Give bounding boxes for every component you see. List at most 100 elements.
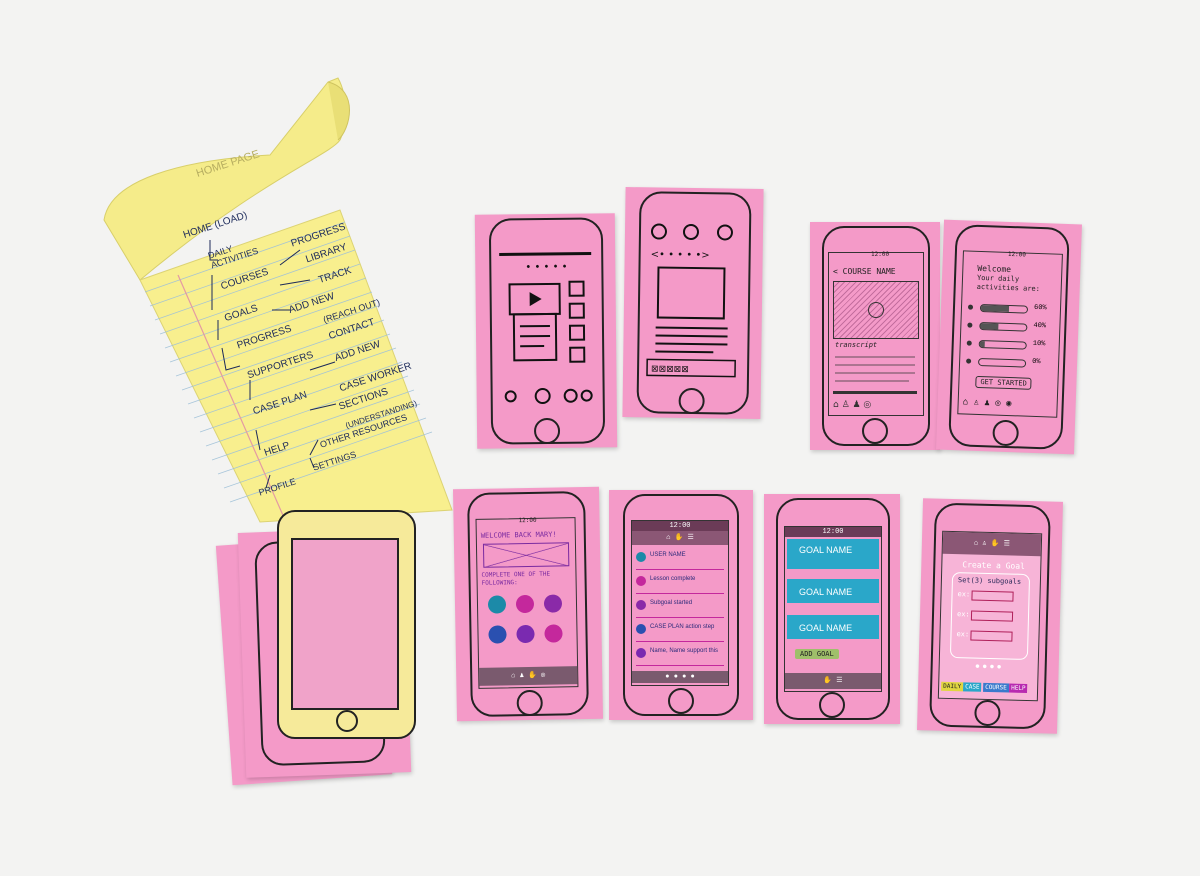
progress-percent: 40% — [1033, 321, 1047, 331]
tab-course[interactable]: COURSE — [983, 682, 1009, 693]
activity-icon[interactable] — [487, 595, 507, 614]
bullet-icon — [967, 322, 973, 328]
yellow-notepad: HOME PAGE HOME (LOAD) DAILY ACTIVITIES P… — [100, 70, 460, 530]
goal-row[interactable]: GOAL NAME — [787, 615, 879, 639]
home-button-icon — [862, 418, 888, 444]
progress-fill — [979, 340, 985, 348]
feed-avatar-icon — [636, 576, 646, 586]
tab-help[interactable]: HELP — [1009, 683, 1028, 694]
progress-percent: 60% — [1033, 303, 1047, 313]
sketch-screen: <• • • • •> ⊠⊠⊠⊠⊠ — [643, 221, 741, 382]
svg-text:⊠⊠⊠⊠⊠: ⊠⊠⊠⊠⊠ — [651, 364, 689, 375]
progress-row[interactable]: 0% — [966, 356, 1052, 371]
sketch-screen: • • • • • — [497, 246, 595, 413]
bullet-icon — [966, 340, 972, 346]
feed-text: USER NAME — [650, 552, 686, 558]
svg-text:⌂ ♙ ♟ ◎: ⌂ ♙ ♟ ◎ — [833, 400, 871, 410]
transcript-label: transcript — [835, 341, 878, 349]
activity-icon[interactable] — [543, 594, 563, 613]
get-started-button[interactable]: GET STARTED — [975, 375, 1032, 390]
progress-track — [979, 321, 1028, 332]
feed-avatar-icon — [636, 552, 646, 562]
bottom-nav-bar[interactable]: ✋ ☰ — [785, 673, 881, 689]
feed-avatar-icon — [636, 600, 646, 610]
bottom-nav-icons: ⌂ ♙ ♟ ◎ ◉ — [962, 397, 1012, 410]
status-time: 12:00 — [1007, 250, 1027, 259]
progress-row[interactable]: 40% — [967, 320, 1053, 335]
card-create-goal: ⌂ ♙ ✋ ☰ Create a Goal Set(3) subgoals ex… — [916, 498, 1064, 734]
greeting: WELCOME BACK MARY! — [480, 530, 557, 540]
card-welcome-back: 12:00 WELCOME BACK MARY! COMPLETE ONE OF… — [452, 486, 604, 722]
bullet-icon — [967, 304, 974, 310]
status-time: 12:00 — [871, 251, 890, 258]
status-bar: 12:00 — [785, 527, 881, 537]
feed-item[interactable]: USER NAME — [636, 549, 724, 570]
progress-percent: 10% — [1032, 339, 1046, 349]
add-goal-button[interactable]: ADD GOAL — [795, 649, 839, 659]
activity-icon[interactable] — [488, 625, 507, 644]
home-button-icon — [819, 692, 845, 718]
create-goal-title: Create a Goal — [962, 560, 1026, 571]
bullet-icon — [966, 358, 972, 364]
feed-item[interactable]: Subgoal started — [636, 597, 724, 618]
play-icon[interactable] — [868, 302, 884, 318]
welcome-text: Welcome — [977, 263, 1012, 275]
home-button-icon — [533, 417, 561, 445]
feed-item[interactable]: CASE PLAN action step — [636, 621, 724, 642]
course-title[interactable]: < COURSE NAME — [833, 267, 896, 276]
goal-row[interactable]: GOAL NAME — [787, 579, 879, 603]
goal-name: GOAL NAME — [799, 623, 853, 633]
status-time: 12:00 — [518, 516, 537, 525]
text-lines: ⌂ ♙ ♟ ◎ — [833, 356, 917, 410]
yellow-phone-frame — [277, 510, 416, 739]
card-daily-activities: 12:00 Welcome Your daily activities are:… — [936, 219, 1082, 455]
instruction: COMPLETE ONE OF THE FOLLOWING: — [481, 570, 551, 587]
goal-name: GOAL NAME — [799, 545, 853, 555]
top-nav-bar[interactable]: ⌂ ✋ ☰ — [632, 531, 728, 545]
feed-item[interactable]: Lesson complete — [636, 573, 724, 594]
svg-text:<• • • • •>: <• • • • •> — [651, 249, 710, 261]
feed-text: CASE PLAN action step — [650, 624, 715, 630]
daily-subtitle: Your daily activities are: — [976, 273, 1041, 294]
activity-icon[interactable] — [516, 624, 535, 644]
pager-dots[interactable]: ● ● ● ● — [632, 671, 728, 683]
subgoal-input[interactable] — [971, 590, 1014, 602]
subgoal-input[interactable] — [970, 630, 1013, 642]
progress-row[interactable]: 10% — [966, 338, 1053, 353]
top-nav-bar[interactable]: ⌂ ♙ ✋ ☰ — [942, 531, 1042, 557]
progress-fill — [980, 305, 1009, 312]
feed-item[interactable]: Name, Name support this — [636, 645, 724, 666]
progress-track — [977, 357, 1027, 368]
activity-icon[interactable] — [544, 624, 563, 643]
subgoal-input[interactable] — [970, 610, 1014, 622]
progress-track — [978, 339, 1027, 350]
progress-fill — [980, 322, 999, 330]
card-goals: 12:00 GOAL NAME GOAL NAME GOAL NAME ADD … — [764, 494, 900, 724]
card-course-name: 12:00 < COURSE NAME transcript ⌂ ♙ ♟ ◎ — [810, 222, 940, 450]
stacked-phone-cards — [215, 510, 422, 800]
progress-row[interactable]: 60% — [967, 302, 1054, 317]
progress-percent: 0% — [1032, 357, 1041, 367]
subgoal-ex: ex: — [956, 630, 970, 639]
feed-text: Name, Name support this — [650, 648, 719, 654]
subgoals-label: Set(3) subgoals — [957, 576, 1022, 586]
wireframe-sketch: <• • • • •> ⊠⊠⊠⊠⊠ — [646, 223, 736, 378]
tab-daily[interactable]: DAILY — [941, 681, 964, 692]
card-activity-feed: 12:00 ⌂ ✋ ☰ USER NAME Lesson complete Subg… — [609, 490, 753, 720]
status-bar: 12:00 — [632, 521, 728, 531]
tab-case[interactable]: CASE — [963, 682, 982, 692]
video-player[interactable] — [833, 281, 919, 339]
bottom-nav-bar[interactable]: ⌂ ♟ ✋ ◎ — [479, 666, 578, 686]
feed-text: Subgoal started — [650, 600, 693, 606]
svg-text:• • • • •: • • • • • — [525, 262, 567, 273]
activity-icon[interactable] — [515, 594, 535, 614]
feed-avatar-icon — [636, 648, 646, 658]
goal-row[interactable]: GOAL NAME — [787, 539, 879, 569]
home-button-icon — [668, 688, 694, 714]
card-video-grid: • • • • • — [474, 213, 618, 449]
home-button-icon — [335, 710, 358, 732]
card-carousel: <• • • • •> ⊠⊠⊠⊠⊠ — [622, 187, 764, 419]
subgoal-ex: ex: — [957, 590, 971, 599]
yellow-phone-screen — [291, 538, 399, 710]
progress-track — [979, 303, 1029, 314]
